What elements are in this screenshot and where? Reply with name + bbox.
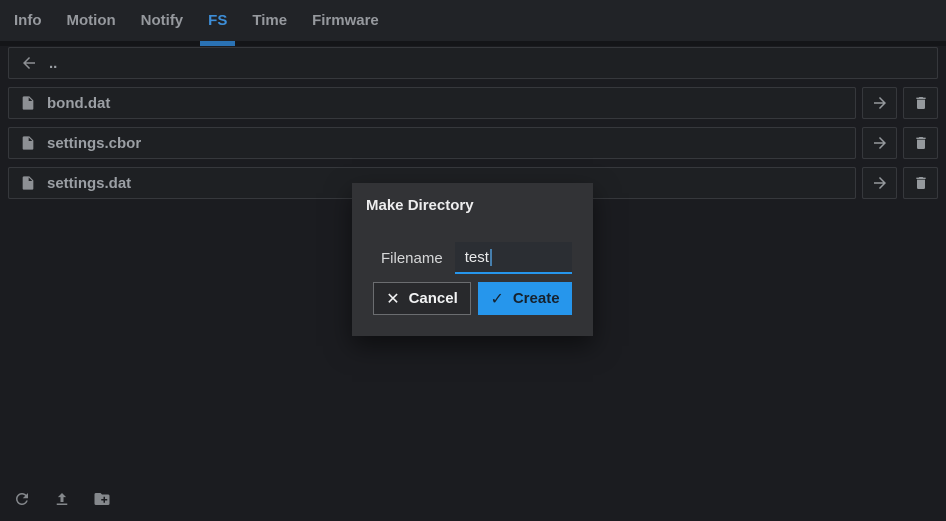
upload-icon — [53, 490, 71, 508]
close-icon: ✕ — [386, 289, 399, 309]
back-arrow-icon — [20, 54, 38, 72]
arrow-right-icon — [871, 134, 889, 152]
file-line: bond.dat — [8, 87, 938, 119]
arrow-right-icon — [871, 174, 889, 192]
file-name: settings.cbor — [47, 135, 141, 152]
top-tab-bar: Info Motion Notify FS Time Firmware — [0, 0, 946, 46]
open-file-button[interactable] — [862, 127, 897, 159]
text-caret — [490, 249, 492, 266]
tab-time[interactable]: Time — [252, 0, 287, 41]
check-icon: ✓ — [490, 289, 503, 309]
dialog-button-row: ✕ Cancel ✓ Create — [366, 282, 579, 315]
tab-firmware[interactable]: Firmware — [312, 0, 379, 41]
filename-input-value: test — [465, 249, 489, 266]
file-icon — [20, 135, 36, 151]
upload-button[interactable] — [53, 490, 71, 508]
arrow-right-icon — [871, 94, 889, 112]
refresh-icon — [13, 490, 31, 508]
parent-directory-label: .. — [49, 55, 57, 72]
delete-file-button[interactable] — [903, 127, 938, 159]
cancel-button-label: Cancel — [409, 290, 458, 307]
delete-file-button[interactable] — [903, 87, 938, 119]
file-row[interactable]: settings.cbor — [8, 127, 856, 159]
bottom-toolbar — [13, 490, 111, 508]
parent-directory-row[interactable]: .. — [8, 47, 938, 79]
trash-icon — [913, 175, 929, 191]
open-file-button[interactable] — [862, 167, 897, 199]
trash-icon — [913, 95, 929, 111]
tab-notify[interactable]: Notify — [141, 0, 184, 41]
refresh-button[interactable] — [13, 490, 31, 508]
new-folder-icon — [93, 490, 111, 508]
filename-form-row: Filename test — [381, 242, 579, 274]
file-list: .. bond.dat settings.cbor settings.dat — [0, 46, 946, 199]
tab-motion[interactable]: Motion — [67, 0, 116, 41]
dialog-title: Make Directory — [366, 197, 579, 214]
file-row[interactable]: bond.dat — [8, 87, 856, 119]
trash-icon — [913, 135, 929, 151]
delete-file-button[interactable] — [903, 167, 938, 199]
tab-info[interactable]: Info — [14, 0, 42, 41]
file-icon — [20, 175, 36, 191]
create-button[interactable]: ✓ Create — [478, 282, 572, 315]
tab-fs[interactable]: FS — [208, 0, 227, 41]
new-folder-button[interactable] — [93, 490, 111, 508]
file-line: settings.cbor — [8, 127, 938, 159]
file-icon — [20, 95, 36, 111]
file-name: settings.dat — [47, 175, 131, 192]
filename-label: Filename — [381, 250, 443, 267]
file-name: bond.dat — [47, 95, 110, 112]
create-button-label: Create — [513, 290, 560, 307]
filename-input[interactable]: test — [455, 242, 572, 274]
cancel-button[interactable]: ✕ Cancel — [373, 282, 471, 315]
open-file-button[interactable] — [862, 87, 897, 119]
make-directory-dialog: Make Directory Filename test ✕ Cancel ✓ … — [352, 183, 593, 336]
